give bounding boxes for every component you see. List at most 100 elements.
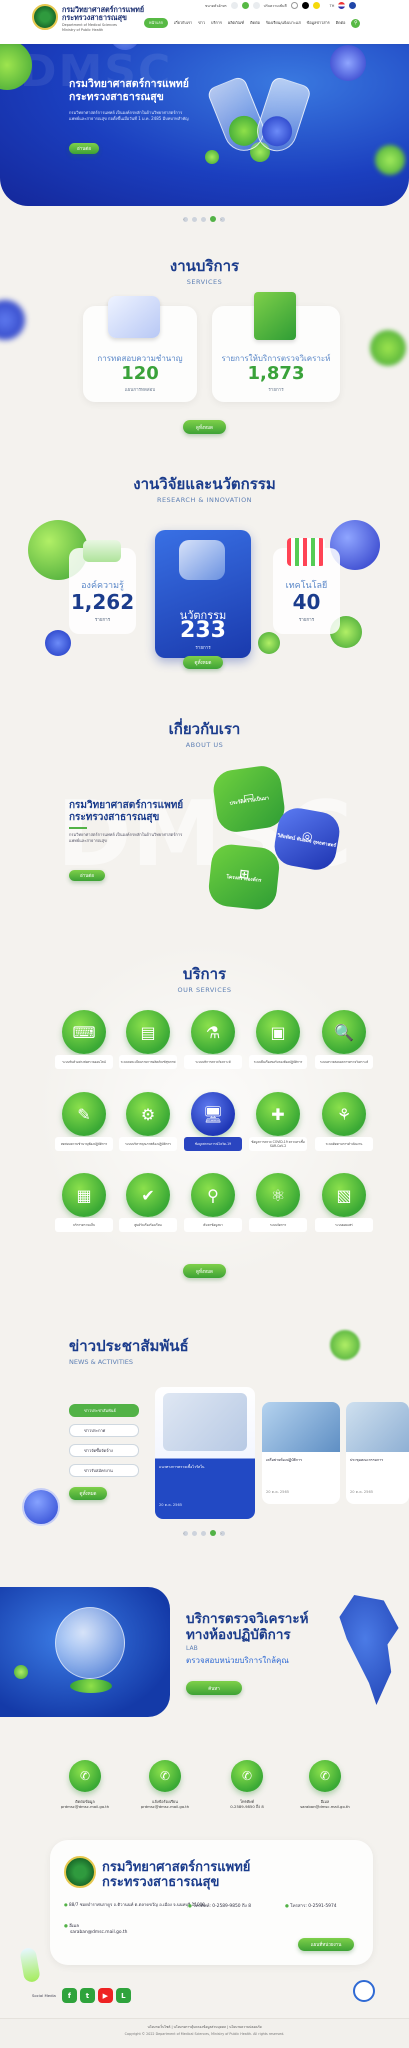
news-card[interactable]: เครือข่ายห้องปฏิบัติการ 20 ต.ค. 2565: [262, 1402, 340, 1504]
social-media: Social Media f t ▶ L: [32, 1988, 131, 2003]
prev-arrow-icon[interactable]: ‹: [183, 216, 188, 223]
about-watermark: DMSC: [56, 782, 353, 887]
service-item[interactable]: ✎ ทดสอบความชำนาญห้องปฏิบัติการ: [52, 1092, 116, 1162]
nav-information[interactable]: ข้อมูลข่าวสาร: [307, 20, 330, 26]
service-icon: ✔: [126, 1173, 170, 1217]
font-small-button[interactable]: [230, 2, 238, 9]
org-name-th-2: กระทรวงสาธารณสุข: [62, 13, 127, 22]
service-item[interactable]: ⚗ ระบบบริการตรวจวิเคราะห์: [181, 1010, 245, 1080]
news-tab-procurement[interactable]: ข่าวจัดซื้อจัดจ้าง: [69, 1444, 139, 1457]
slide-dot[interactable]: [192, 216, 197, 222]
prev-arrow-icon[interactable]: ‹: [183, 1530, 188, 1537]
nav-contact-2[interactable]: ติดต่อ: [336, 20, 346, 26]
services-heading: บริการ OUR SERVICES: [177, 965, 232, 994]
service-item[interactable]: ▤ ระบบลงทะเบียนรายการผลิตภัณฑ์สุขภาพ: [116, 1010, 180, 1080]
youtube-icon[interactable]: ▶: [97, 1988, 113, 2003]
slide-dot[interactable]: [201, 216, 206, 222]
service-item[interactable]: ▣ ระบบยื่นเรื่องขอรับรองห้องปฏิบัติการ: [246, 1010, 310, 1080]
service-item[interactable]: ▦ บริการตรวจแล็บ: [52, 1173, 116, 1243]
about-tile-structure[interactable]: ⊞ โครงสร้างองค์กร: [206, 842, 282, 912]
service-icon: ✎: [62, 1092, 106, 1136]
slide-dot[interactable]: [210, 1530, 216, 1536]
nav-home[interactable]: หน้าแรก: [144, 18, 169, 28]
certification-badge-icon: [353, 1980, 375, 2002]
service-item[interactable]: ✚ ข้อมูลการตรวจ COVID-19 ตรวจหาเชื้อ SAR-…: [246, 1092, 310, 1162]
news-card[interactable]: ประชุมคณะกรรมการ 20 ต.ค. 2565: [346, 1402, 409, 1504]
service-item[interactable]: 🖥 ข้อมูลสถานการณ์โควิด-19: [181, 1092, 245, 1162]
contrast-dark-button[interactable]: [301, 2, 309, 9]
service-label: ระบบเผยแพร่: [315, 1218, 373, 1232]
service-item[interactable]: ▧ ระบบเผยแพร่: [312, 1173, 376, 1243]
service-item[interactable]: ⚛ ระบบจัดการ: [246, 1173, 310, 1243]
line-icon[interactable]: L: [115, 1988, 131, 2003]
services-summary-heading: งานบริการ SERVICES: [169, 257, 240, 286]
nav-complaint[interactable]: ร้องเรียน/แจ้งเบาะแส: [266, 20, 301, 26]
thai-flag-icon[interactable]: [338, 2, 346, 9]
main-nav: หน้าแรก เกี่ยวกับเรา ข่าว บริการ ผลิตภัณ…: [144, 18, 361, 28]
location-pin-icon: [55, 1607, 125, 1679]
font-size-label: ขนาดตัวอักษร: [205, 3, 227, 8]
search-icon[interactable]: ⚲: [351, 18, 361, 28]
nav-about[interactable]: เกี่ยวกับเรา: [174, 20, 192, 26]
english-flag-icon[interactable]: [349, 2, 357, 9]
nav-news[interactable]: ข่าว: [198, 20, 205, 26]
facebook-icon[interactable]: f: [61, 1988, 77, 2003]
service-icon: 🖥: [191, 1092, 235, 1136]
dmsc-logo[interactable]: [32, 4, 58, 30]
service-item[interactable]: 🔍 ระบบตรวจสอบผลการตรวจวิเคราะห์: [312, 1010, 376, 1080]
service-label: ระบบบริหารคุณภาพห้องปฏิบัติการ: [119, 1137, 177, 1151]
footer-links[interactable]: นโยบายเว็บไซต์ | นโยบายการคุ้มครองข้อมูล…: [0, 2025, 409, 2030]
nav-contact-1[interactable]: ติดต่อ: [250, 20, 260, 26]
contact-icon: ✆: [149, 1760, 181, 1792]
about-text: กรมวิทยาศาสตร์การแพทย์ กระทรวงสาธารณสุข …: [69, 800, 184, 843]
decor-sphere: [45, 630, 71, 656]
research-view-all-button[interactable]: ดูทั้งหมด: [183, 656, 223, 669]
contact-item[interactable]: ✆ โทรศัพท์ 0-2589-9850 ถึง 8: [212, 1760, 282, 1809]
news-card-featured[interactable]: แนวทางการตรวจเชื้อไวรัสใน 20 ต.ค. 2565: [155, 1387, 255, 1519]
about-tile-history[interactable]: ▭ ประวัติความเป็นมา: [211, 763, 287, 835]
service-item[interactable]: ⚲ ค้นหาข้อมูลยา: [181, 1173, 245, 1243]
contact-item[interactable]: ✆ แจ้งข้อร้องเรียน prdmsc@dmsc.mail.go.th: [130, 1760, 200, 1809]
next-arrow-icon[interactable]: ›: [220, 216, 225, 223]
slide-dot[interactable]: [201, 1530, 206, 1536]
contact-card: กรมวิทยาศาสตร์การแพทย์ กระทรวงสาธารณสุข …: [50, 1840, 373, 1965]
contact-icon: ✆: [309, 1760, 341, 1792]
news-view-all-button[interactable]: ดูทั้งหมด: [69, 1487, 107, 1500]
hero-read-more-button[interactable]: อ่านต่อ: [69, 143, 99, 154]
nav-products[interactable]: ผลิตภัณฑ์: [228, 20, 244, 26]
service-item[interactable]: ✔ ศูนย์รับเรื่องร้องเรียน: [116, 1173, 180, 1243]
decor-sphere: [258, 632, 280, 654]
test-tube-image: [251, 75, 313, 157]
contrast-yellow-button[interactable]: [312, 2, 320, 9]
service-item[interactable]: ⚘ ระบบติดตามการดำเนินงาน: [312, 1092, 376, 1162]
news-tab-jobs[interactable]: ข่าวรับสมัครงาน: [69, 1464, 139, 1477]
twitter-icon[interactable]: t: [79, 1988, 95, 2003]
service-icon: ⚗: [191, 1010, 235, 1054]
slide-dot[interactable]: [210, 216, 216, 222]
map-button[interactable]: แผนที่หน่วยงาน: [298, 1938, 354, 1951]
thailand-map[interactable]: [339, 1595, 399, 1705]
services-all-button[interactable]: ดูทั้งหมด: [183, 1264, 226, 1278]
next-arrow-icon[interactable]: ›: [220, 1530, 225, 1537]
contact-item[interactable]: ✆ อีเมล saraban@dmsc.mail.go.th: [290, 1760, 360, 1809]
service-label: ระบบลงทะเบียนรายการผลิตภัณฑ์สุขภาพ: [119, 1055, 177, 1069]
service-item[interactable]: ⚙ ระบบบริหารคุณภาพห้องปฏิบัติการ: [116, 1092, 180, 1162]
contrast-normal-button[interactable]: [290, 2, 298, 9]
hero-banner: DMSC กรมวิทยาศาสตร์การแพทย์ กระทรวงสาธาร…: [0, 30, 409, 206]
slide-dot[interactable]: [192, 1530, 197, 1536]
font-medium-button[interactable]: [241, 2, 249, 9]
about-read-more-button[interactable]: อ่านต่อ: [69, 870, 105, 881]
lab-text: บริการตรวจวิเคราะห์ ทางห้องปฏิบัติการ LA…: [186, 1611, 309, 1665]
services-view-all-button[interactable]: ดูทั้งหมด: [183, 420, 226, 434]
contact-item[interactable]: ✆ ติดต่อข้อมูล prdmsc@dmsc.mail.go.th: [50, 1760, 120, 1809]
book-icon: [254, 292, 296, 340]
service-item[interactable]: ⌨ ระบบรับตัวอย่างส่งตรวจออนไลน์: [52, 1010, 116, 1080]
news-tab-pr[interactable]: ข่าวประชาสัมพันธ์: [69, 1404, 139, 1417]
lab-search-button[interactable]: ค้นหา: [186, 1681, 242, 1695]
font-large-button[interactable]: [252, 2, 260, 9]
contact-value: prdmsc@dmsc.mail.go.th: [140, 1803, 190, 1809]
nav-services[interactable]: บริการ: [211, 20, 222, 26]
service-icon: ⚛: [256, 1173, 300, 1217]
news-tab-announcement[interactable]: ข่าวประกาศ: [69, 1424, 139, 1437]
phone-text: ● โทรศัพท์: 0-2589-9850 ถึง 8: [188, 1904, 251, 1909]
